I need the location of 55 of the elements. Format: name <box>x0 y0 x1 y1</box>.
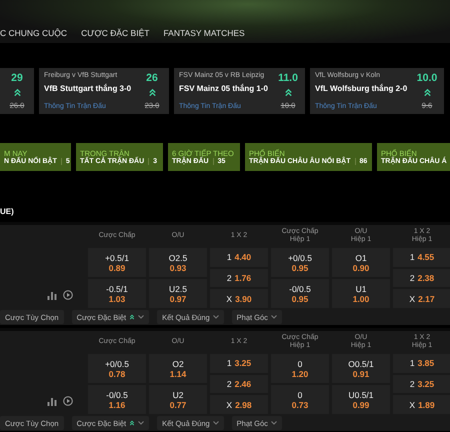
odds-cell[interactable]: +0/0.5 0.95 <box>271 248 329 277</box>
bet-name: VfL Wolfsburg thắng 2-0 <box>315 84 408 92</box>
odds-cell[interactable]: 2 3.25 <box>393 374 450 394</box>
odds-cell[interactable]: U2.5 0.97 <box>149 279 207 308</box>
odds-cell[interactable]: 1 3.25 <box>210 354 268 373</box>
odds-cell[interactable]: X 3.90 <box>210 289 268 308</box>
odds-cell[interactable]: O2 1.14 <box>149 354 207 383</box>
bet-name: VfB Stuttgart thắng 3-0 <box>44 84 132 92</box>
odds-value: 29 <box>11 72 23 84</box>
nav-tab[interactable]: CƯỢC ĐẶC BIỆT <box>81 28 150 38</box>
caret-icon <box>270 421 277 425</box>
odds-cell[interactable]: 0 0.73 <box>271 385 329 414</box>
double-chevron-up-icon <box>422 88 432 97</box>
odds-cell[interactable]: O1 0.90 <box>332 248 390 277</box>
odds-cell[interactable]: -0.5/1 1.03 <box>88 279 146 308</box>
nav-tab[interactable]: C CHUNG CUỘC <box>0 28 68 38</box>
odds-cell[interactable]: 0 1.20 <box>271 354 329 383</box>
double-chevron-up-icon <box>129 420 136 426</box>
odds-cell[interactable]: O0.5/1 0.91 <box>332 354 390 383</box>
odds-cell[interactable]: X 2.98 <box>210 395 268 414</box>
odds-value: 11.0 <box>278 72 298 84</box>
odds-cell[interactable]: 2 1.76 <box>210 268 268 288</box>
odds-cell[interactable]: +0.5/1 0.89 <box>88 248 146 277</box>
odds-cell[interactable]: U0.5/1 0.99 <box>332 385 390 414</box>
bar-chart-icon[interactable] <box>47 397 57 406</box>
double-chevron-up-icon <box>284 88 292 97</box>
odds-value: 10.0 <box>416 72 438 84</box>
odds-cell[interactable]: 1 3.85 <box>393 354 450 373</box>
odds-value: 26 <box>146 72 158 84</box>
odds-cell[interactable]: -0/0.5 1.16 <box>88 385 146 414</box>
odds-cell[interactable]: U1 1.00 <box>332 279 390 308</box>
play-icon[interactable] <box>63 396 73 406</box>
odds-cell[interactable]: 2 2.46 <box>210 374 268 394</box>
odds-cell[interactable]: -0/0.5 0.95 <box>271 279 329 308</box>
odds-cell[interactable]: U2 0.77 <box>149 385 207 414</box>
double-chevron-up-icon <box>129 314 136 320</box>
nav-tab[interactable]: FANTASY MATCHES <box>163 28 245 38</box>
odds-cell[interactable]: 2 2.38 <box>393 268 450 288</box>
odds-cell[interactable]: O2.5 0.93 <box>149 248 207 277</box>
section-title: UE) <box>0 207 15 218</box>
caret-icon <box>138 315 144 319</box>
bet-name: FSV Mainz 05 thắng 1-0 <box>179 84 269 92</box>
caret-icon <box>138 421 144 425</box>
odds-cell[interactable]: X 2.17 <box>393 289 450 308</box>
odds-cell[interactable]: 1 4.55 <box>393 248 450 267</box>
caret-icon <box>270 315 277 319</box>
caret-icon <box>212 421 219 425</box>
bar-chart-icon[interactable] <box>47 291 57 300</box>
odds-cell[interactable]: 1 4.40 <box>210 248 268 267</box>
odds-cell[interactable]: X 1.89 <box>393 395 450 414</box>
caret-icon <box>212 315 219 319</box>
play-icon[interactable] <box>63 290 73 300</box>
double-chevron-up-icon <box>12 88 22 97</box>
double-chevron-up-icon <box>148 88 156 97</box>
odds-cell[interactable]: +0/0.5 0.78 <box>88 354 146 383</box>
